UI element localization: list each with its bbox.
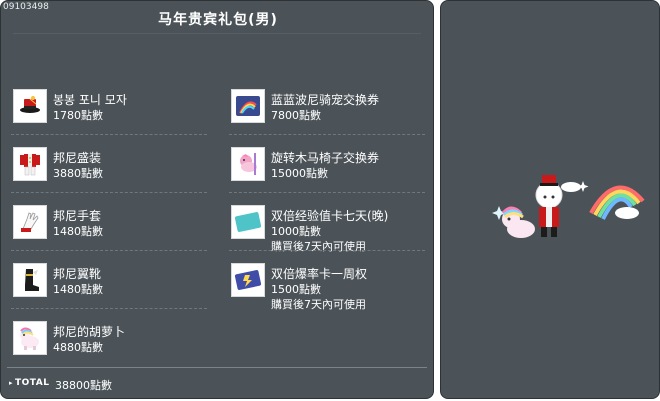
total-divider [7,367,427,368]
list-item[interactable]: 邦尼手套 1480點數 [11,201,211,251]
total-label: ▸ TOTAL [9,378,50,388]
item-name: 双倍经验值卡七天(晚) [271,209,389,223]
item-price: 1000點數 [271,225,321,238]
item-price: 4880點數 [53,341,103,354]
item-note: 購買後7天內可使用 [271,298,366,311]
item-price: 1480點數 [53,225,103,238]
item-price: 7800點數 [271,109,321,122]
character-preview-with-rainbow-icon [471,151,646,251]
total-value: 38800點數 [55,379,112,392]
total-label-text: TOTAL [15,378,50,388]
black-winged-boot-icon [13,263,47,297]
drop-rate-card-icon [231,263,265,297]
item-name: 邦尼翼靴 [53,267,102,281]
item-price: 1500點數 [271,283,321,296]
item-price: 3880點數 [53,167,103,180]
item-divider [229,192,425,193]
item-divider [11,134,207,135]
list-item[interactable]: 邦尼的胡萝卜 4880點數 [11,317,211,367]
item-name: 邦尼的胡萝卜 [53,325,126,339]
list-item[interactable]: 邦尼盛装 3880點數 [11,143,211,193]
list-item[interactable]: 旋转木马椅子交换券 15000點數 [229,143,429,193]
title-divider [13,33,421,34]
list-item[interactable]: 双倍爆率卡一周权 1500點數 購買後7天內可使用 [229,259,429,311]
white-glove-icon [13,205,47,239]
item-divider [229,134,425,135]
list-item[interactable]: 邦尼翼靴 1480點數 [11,259,211,309]
item-divider [229,250,425,251]
moon-card-icon [231,205,265,239]
rainbow-coupon-icon [231,89,265,123]
item-note: 購買後7天內可使用 [271,240,366,253]
package-title: 马年贵宾礼包(男) [158,12,278,28]
item-divider [11,308,207,309]
carousel-chair-icon [231,147,265,181]
item-name: 邦尼手套 [53,209,102,223]
list-item[interactable]: 双倍经验值卡七天(晚) 1000點數 購買後7天內可使用 [229,201,429,253]
item-name: 봉봉 포니 모자 [53,93,127,107]
list-item[interactable]: 봉봉 포니 모자 1780點數 [11,85,211,135]
list-item[interactable]: 蓝蓝波尼骑宠交换券 7800點數 [229,85,429,135]
item-price: 1780點數 [53,109,103,122]
red-suit-outfit-icon [13,147,47,181]
rainbow-pony-icon [13,321,47,355]
item-price: 15000點數 [271,167,328,180]
item-divider [11,250,207,251]
item-name: 双倍爆率卡一周权 [271,267,368,281]
item-name: 旋转木马椅子交换券 [271,151,380,165]
package-detail-panel: 09103498 马年贵宾礼包(男) 봉봉 포니 모자 1780點數 邦尼盛装 … [0,0,434,399]
red-fez-hat-icon [13,89,47,123]
character-preview-panel [440,0,660,399]
item-name: 蓝蓝波尼骑宠交换券 [271,93,380,107]
item-divider [11,192,207,193]
item-price: 1480點數 [53,283,103,296]
item-name: 邦尼盛装 [53,151,102,165]
